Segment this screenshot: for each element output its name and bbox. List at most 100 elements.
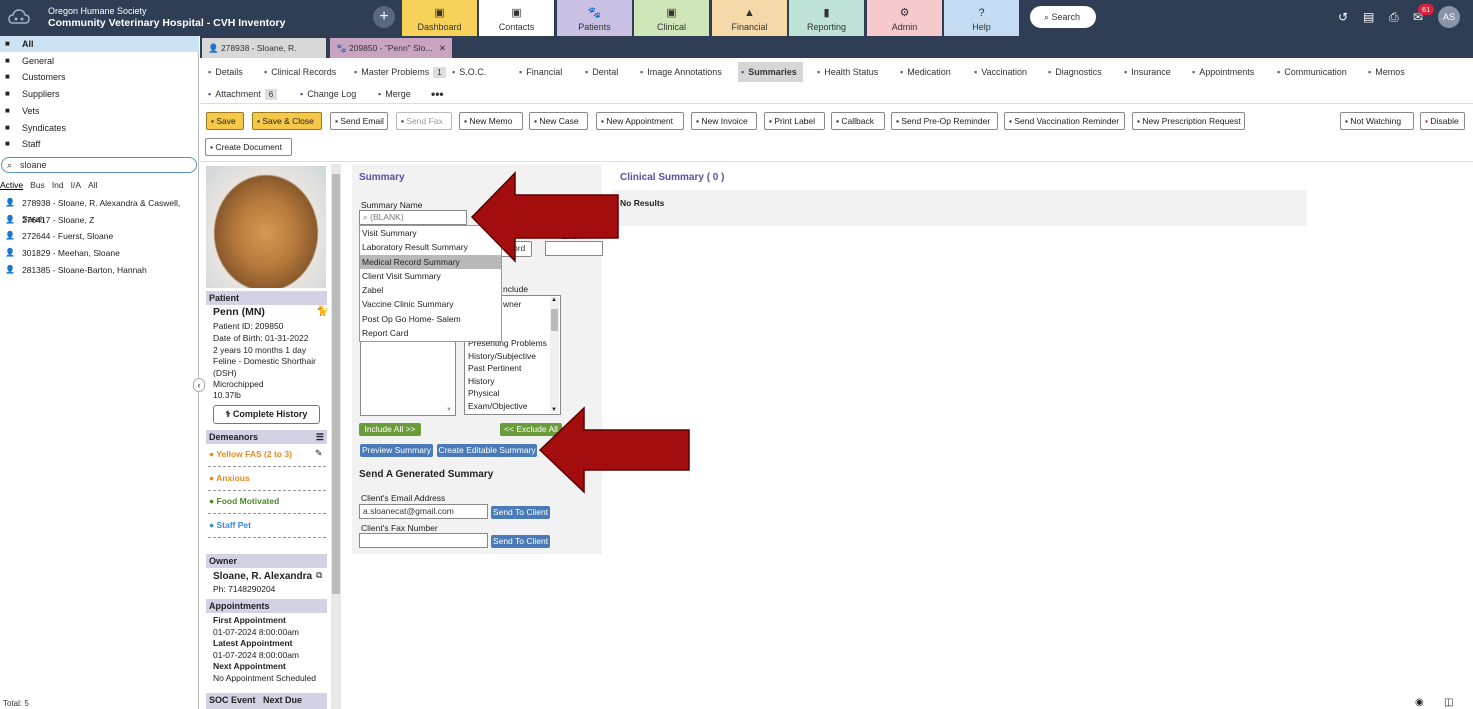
summary-name-input[interactable]: ⌕ (BLANK): [359, 210, 467, 225]
subtab-medication[interactable]: ▪ Medication: [897, 62, 951, 82]
list-icon[interactable]: ☰: [316, 430, 324, 444]
doc-tab-patient[interactable]: 🐾 209850 - "Penn" Slo... ✕: [330, 38, 452, 58]
subtab-summaries[interactable]: ▪ Summaries: [738, 62, 803, 82]
included-field[interactable]: Physical: [468, 387, 547, 400]
subtab-dental[interactable]: ▪ Dental: [582, 62, 618, 82]
chevron-down-icon[interactable]: ▼: [446, 407, 452, 413]
sidebar-group-all[interactable]: ■ All: [0, 36, 199, 52]
sidebar-group-suppliers[interactable]: ■ Suppliers: [0, 86, 199, 102]
more-icon[interactable]: •••: [428, 84, 444, 104]
included-field[interactable]: Past Pertinent: [468, 362, 547, 375]
demeanor-item[interactable]: ● Anxious: [209, 473, 250, 483]
chevron-up-icon[interactable]: ▲: [551, 297, 557, 303]
include-all-button[interactable]: Include All >>: [359, 423, 421, 436]
subtab-clinical-records[interactable]: ▪ Clinical Records: [261, 62, 336, 82]
new-case-button[interactable]: ▪ New Case: [529, 112, 588, 130]
open-window-icon[interactable]: ⧉: [316, 570, 322, 581]
panel-icon[interactable]: ◫: [1444, 697, 1453, 708]
subtab-communication[interactable]: ▪ Communication: [1274, 62, 1347, 82]
subtab-image-annotations[interactable]: ▪ Image Annotations: [637, 62, 722, 82]
nav-tab-help[interactable]: ? Help: [944, 0, 1019, 36]
new-memo-button[interactable]: ▪ New Memo: [459, 112, 523, 130]
new-invoice-button[interactable]: ▪ New Invoice: [691, 112, 757, 130]
demeanor-item[interactable]: ● Staff Pet: [209, 520, 251, 530]
contact-search-input[interactable]: ⌕ sloane: [1, 157, 197, 173]
nav-tab-patients[interactable]: 🐾 Patients: [557, 0, 632, 36]
included-field[interactable]: History: [468, 375, 547, 388]
dropdown-option[interactable]: Post Op Go Home- Salem: [360, 312, 501, 326]
filter-ia[interactable]: I/A: [71, 180, 81, 190]
nav-tab-contacts[interactable]: ▣ Contacts: [479, 0, 554, 36]
send-email-to-client-button[interactable]: Send To Client: [491, 506, 550, 519]
filter-active[interactable]: Active: [0, 180, 23, 190]
filter-ind[interactable]: Ind: [52, 180, 64, 190]
scrollbar-thumb[interactable]: [332, 174, 340, 594]
close-icon[interactable]: ✕: [439, 38, 446, 58]
nav-tab-clinical[interactable]: ▣ Clinical: [634, 0, 709, 36]
contact-list-item[interactable]: 👤 281385 - Sloane-Barton, Hannah: [0, 262, 199, 278]
available-fields-list[interactable]: ▼: [360, 340, 456, 416]
new-appointment-button[interactable]: ▪ New Appointment: [596, 112, 684, 130]
dropdown-option[interactable]: Zabel: [360, 283, 501, 297]
settings-icon[interactable]: ◉: [1415, 697, 1424, 708]
nav-tab-admin[interactable]: ⚙ Admin: [867, 0, 942, 36]
history-icon[interactable]: ↺: [1338, 10, 1348, 24]
client-fax-input[interactable]: [359, 533, 488, 548]
subtab-s-o-c-[interactable]: ▪ S.O.C.: [449, 62, 486, 82]
avatar[interactable]: AS: [1438, 6, 1460, 28]
included-field-owner[interactable]: wner: [503, 299, 521, 309]
print-icon[interactable]: ⎙: [1389, 10, 1399, 25]
client-email-input[interactable]: a.sloanecat@gmail.com: [359, 504, 488, 519]
complete-history-button[interactable]: ⚕ Complete History: [213, 405, 320, 424]
included-field[interactable]: Exam/Objective: [468, 400, 547, 413]
send-pre-op-reminder-button[interactable]: ▪ Send Pre-Op Reminder: [891, 112, 998, 130]
print-label-button[interactable]: ▪ Print Label: [764, 112, 825, 130]
subtab-details[interactable]: ▪ Details: [205, 62, 243, 82]
dropdown-option[interactable]: Client Visit Summary: [360, 269, 501, 283]
nav-tab-dashboard[interactable]: ▣ Dashboard: [402, 0, 477, 36]
send-email-button[interactable]: ▪ Send Email: [330, 112, 388, 130]
document-icon[interactable]: ▤: [1363, 10, 1374, 24]
subtab-financial[interactable]: ▪ Financial: [516, 62, 562, 82]
global-search-button[interactable]: ⌕ Search: [1030, 6, 1096, 28]
subtab-merge[interactable]: ▪ Merge: [375, 84, 411, 104]
dropdown-option[interactable]: Report Card: [360, 326, 501, 340]
edit-icon[interactable]: ✎: [315, 448, 323, 459]
dropdown-option[interactable]: Vaccine Clinic Summary: [360, 297, 501, 311]
contact-list-item[interactable]: 👤 278938 - Sloane, R. Alexandra & Caswell…: [0, 195, 199, 224]
contact-list-item[interactable]: 👤 276417 - Sloane, Z: [0, 212, 199, 228]
add-button[interactable]: +: [373, 6, 395, 28]
sidebar-group-customers[interactable]: ■ Customers: [0, 69, 199, 85]
subtab-master-problems[interactable]: ▪ Master Problems 1: [351, 62, 446, 82]
scrollbar-thumb[interactable]: [551, 309, 558, 331]
owner-name[interactable]: Sloane, R. Alexandra: [213, 571, 312, 583]
demeanor-item[interactable]: ● Food Motivated: [209, 496, 279, 506]
nav-tab-reporting[interactable]: ▮ Reporting: [789, 0, 864, 36]
contact-list-item[interactable]: 👤 272644 - Fuerst, Sloane: [0, 228, 199, 244]
create-editable-summary-button[interactable]: Create Editable Summary: [437, 444, 537, 457]
subtab-memos[interactable]: ▪ Memos: [1365, 62, 1405, 82]
subtab-vaccination[interactable]: ▪ Vaccination: [971, 62, 1027, 82]
save-close-button[interactable]: ▪ Save & Close: [252, 112, 322, 130]
send-vaccination-reminder-button[interactable]: ▪ Send Vaccination Reminder: [1004, 112, 1125, 130]
subtab-attachment[interactable]: ▪ Attachment 6: [205, 84, 278, 104]
save-button[interactable]: ▪ Save: [206, 112, 244, 130]
doc-tab-contact[interactable]: 👤 278938 - Sloane, R. Alexa...: [202, 38, 326, 73]
included-field[interactable]: History/Subjective: [468, 350, 547, 363]
subtab-diagnostics[interactable]: ▪ Diagnostics: [1045, 62, 1102, 82]
subtab-health-status[interactable]: ▪ Health Status: [814, 62, 878, 82]
new-prescription-request-button[interactable]: ▪ New Prescription Request: [1132, 112, 1245, 130]
subtab-insurance[interactable]: ▪ Insurance: [1121, 62, 1171, 82]
contact-list-item[interactable]: 👤 301829 - Meehan, Sloane: [0, 245, 199, 261]
nav-tab-financial[interactable]: ▲ Financial: [712, 0, 787, 36]
sidebar-group-staff[interactable]: ■ Staff: [0, 136, 199, 152]
subtab-change-log[interactable]: ▪ Change Log: [297, 84, 356, 104]
sidebar-group-syndicates[interactable]: ■ Syndicates: [0, 120, 199, 136]
create-document-button[interactable]: ▪ Create Document: [205, 138, 292, 156]
patient-panel-scrollbar[interactable]: [331, 164, 341, 709]
send-fax-button[interactable]: ▪ Send Fax: [396, 112, 452, 130]
subtab-appointments[interactable]: ▪ Appointments: [1189, 62, 1254, 82]
sidebar-group-vets[interactable]: ■ Vets: [0, 103, 199, 119]
sidebar-group-general[interactable]: ■ General: [0, 53, 199, 69]
send-fax-to-client-button[interactable]: Send To Client: [491, 535, 550, 548]
